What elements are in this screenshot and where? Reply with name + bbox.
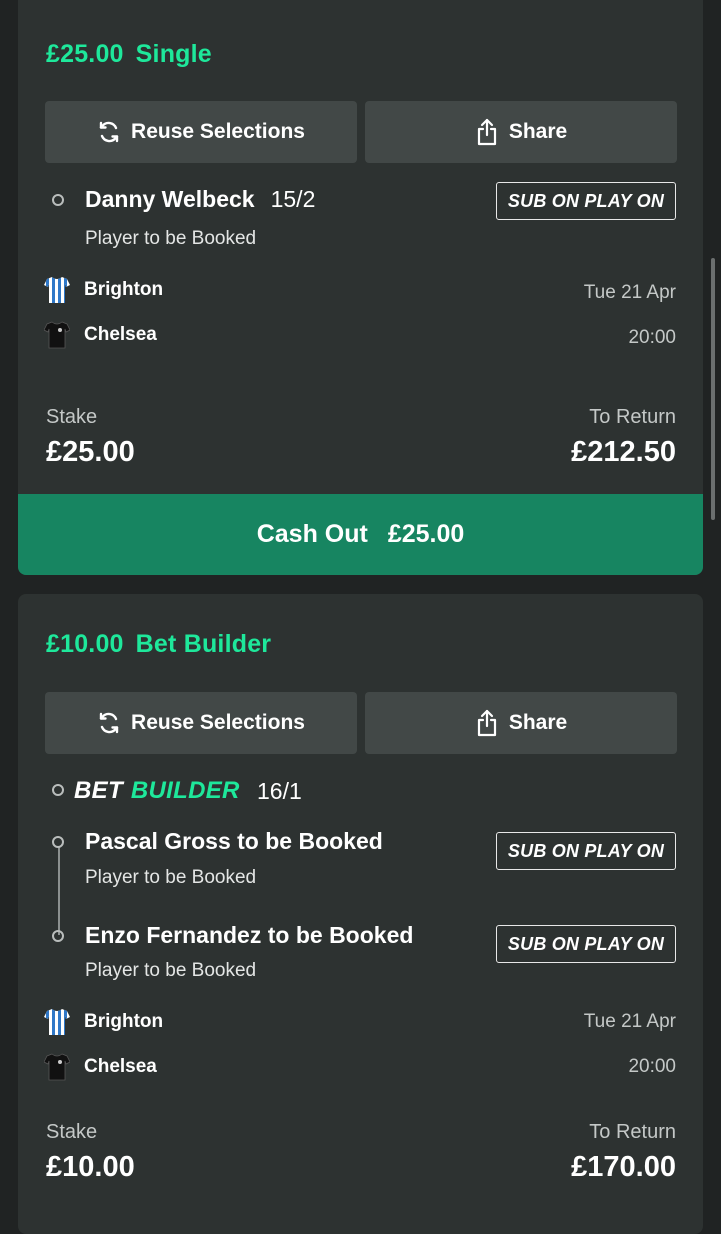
share-icon <box>477 709 496 737</box>
black-shirt-icon <box>44 321 70 349</box>
leg-name: Pascal Gross to be Booked <box>85 828 383 854</box>
selection-odds: 15/2 <box>270 186 316 212</box>
away-team-name: Chelsea <box>84 324 157 345</box>
away-team: Chelsea <box>44 321 157 349</box>
bet-builder-odds: 16/1 <box>257 778 302 804</box>
selection-radio-icon <box>52 194 64 206</box>
share-label: Share <box>508 711 568 734</box>
leg-market: Player to be Booked <box>85 960 257 981</box>
to-return-label: To Return <box>589 1121 676 1143</box>
striped-shirt-icon <box>44 277 70 303</box>
to-return-amount: £170.00 <box>571 1151 676 1183</box>
share-icon <box>477 118 496 146</box>
match-time: 20:00 <box>628 1056 676 1077</box>
home-team: Brighton <box>44 1008 163 1036</box>
sub-on-play-on-badge: SUB ON PLAY ON <box>496 832 676 870</box>
selection-market: Player to be Booked <box>85 228 257 249</box>
cash-out-button[interactable]: Cash Out £25.00 <box>18 494 703 575</box>
home-team-name: Brighton <box>84 279 164 300</box>
leg-name: Enzo Fernandez to be Booked <box>85 922 414 948</box>
bet-builder-logo: BET BUILDER <box>74 777 240 805</box>
reuse-selections-button[interactable]: Reuse Selections <box>45 692 357 754</box>
bet-card-title: £10.00 Bet Builder <box>46 630 271 659</box>
striped-shirt-icon <box>44 1009 70 1035</box>
reuse-label: Reuse Selections <box>131 120 305 143</box>
home-team: Brighton <box>44 276 163 304</box>
stake-amount: £10.00 <box>46 1151 135 1183</box>
selection-name: Danny Welbeck 15/2 <box>85 186 315 213</box>
cash-out-label: Cash Out <box>256 520 368 548</box>
stake-amount: £25.00 <box>46 436 135 468</box>
stake-label: Stake <box>46 1121 98 1143</box>
refresh-icon <box>99 712 119 734</box>
bet-type: Bet Builder <box>135 630 272 658</box>
leg-connector <box>58 847 60 935</box>
reuse-label: Reuse Selections <box>131 711 305 734</box>
to-return-label: To Return <box>589 406 676 428</box>
share-label: Share <box>508 120 568 143</box>
sub-on-play-on-badge: SUB ON PLAY ON <box>496 925 676 963</box>
selection-player: Danny Welbeck <box>85 186 255 212</box>
black-shirt-icon <box>44 1053 70 1081</box>
leg-radio-icon <box>52 836 64 848</box>
selection-radio-icon <box>52 784 64 796</box>
bet-card-single: £25.00 Single Reuse Selections Share Dann… <box>18 0 703 575</box>
refresh-icon <box>99 121 119 143</box>
stake-label: Stake <box>46 406 98 428</box>
bet-card-bet-builder: £10.00 Bet Builder Reuse Selections Share… <box>18 594 703 1234</box>
reuse-selections-button[interactable]: Reuse Selections <box>45 101 357 163</box>
bet-builder-logo-a: BET <box>74 777 123 804</box>
away-team: Chelsea <box>44 1053 157 1081</box>
match-time: 20:00 <box>628 327 676 348</box>
leg-radio-icon <box>52 930 64 942</box>
to-return-amount: £212.50 <box>571 436 676 468</box>
sub-on-play-on-badge: SUB ON PLAY ON <box>496 182 676 220</box>
away-team-name: Chelsea <box>84 1056 157 1077</box>
match-date: Tue 21 Apr <box>583 1011 676 1032</box>
share-button[interactable]: Share <box>365 101 677 163</box>
bet-stake-title: £25.00 <box>46 40 124 68</box>
bet-card-title: £25.00 Single <box>46 40 212 69</box>
scrollbar[interactable] <box>711 258 715 520</box>
leg-market: Player to be Booked <box>85 867 257 888</box>
cash-out-amount: £25.00 <box>387 520 465 548</box>
bet-stake-title: £10.00 <box>46 630 124 658</box>
bet-type: Single <box>135 40 212 68</box>
home-team-name: Brighton <box>84 1011 164 1032</box>
match-date: Tue 21 Apr <box>583 282 676 303</box>
bet-builder-logo-b: BUILDER <box>130 777 240 804</box>
share-button[interactable]: Share <box>365 692 677 754</box>
